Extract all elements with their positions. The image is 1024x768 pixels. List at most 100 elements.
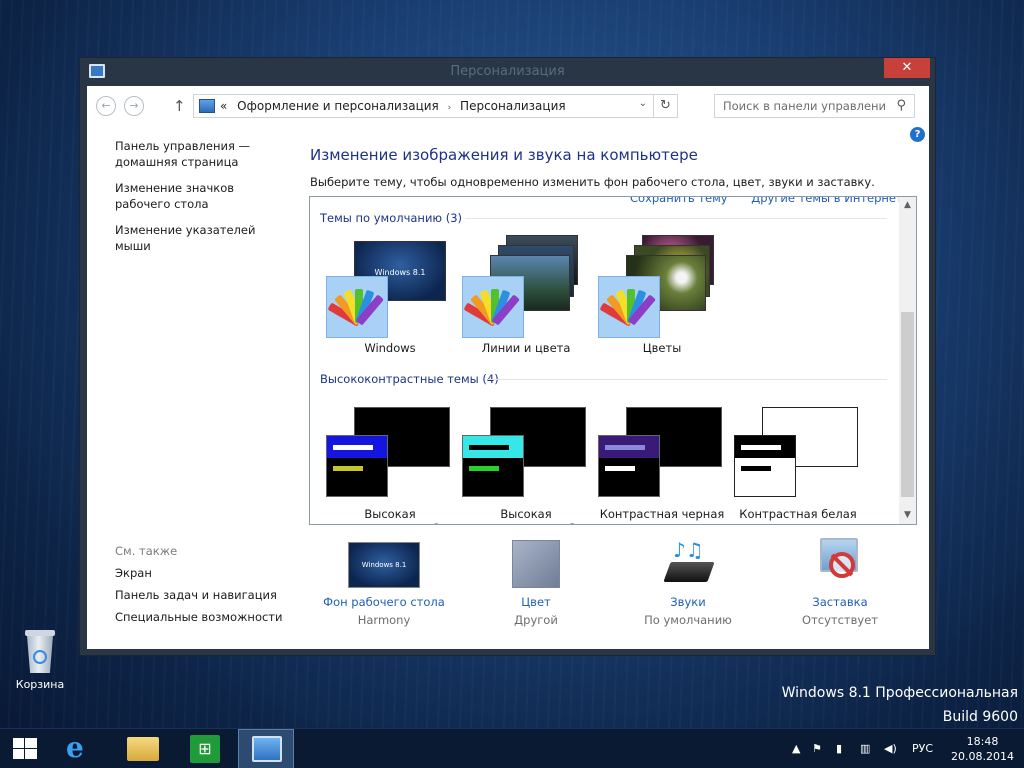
palette-icon [326, 276, 388, 338]
divider [488, 379, 887, 380]
scroll-down-icon[interactable]: ▼ [899, 507, 916, 524]
quick-name[interactable]: Звуки [613, 594, 763, 610]
scroll-up-icon[interactable]: ▲ [899, 197, 916, 214]
volume-icon[interactable]: ◀) [884, 742, 897, 755]
store-button[interactable]: ⊞ [177, 729, 233, 768]
close-button[interactable]: ✕ [884, 58, 930, 78]
sounds-link[interactable]: ♪♫ Звуки По умолчанию [613, 536, 763, 630]
folder-icon [127, 737, 159, 761]
theme-preview [598, 435, 660, 497]
screensaver-icon [765, 536, 915, 588]
search-input[interactable] [715, 95, 885, 117]
themes-scrollbar[interactable]: ▲ ▼ [899, 197, 916, 524]
see-also-link-taskbar[interactable]: Панель задач и навигация [115, 588, 295, 602]
system-tray: ▲ ⚑ ▮ ▥ ◀) РУС 18:48 20.08.2014 [784, 729, 1024, 768]
up-button[interactable]: ↑ [173, 96, 186, 116]
themes-panel: Сохранить тему Другие темы в Интернете Т… [309, 196, 917, 525]
breadcrumb-item-appearance[interactable]: Оформление и персонализация [237, 99, 439, 113]
quick-sub: Harmony [357, 613, 411, 627]
see-also-link-accessibility[interactable]: Специальные возможности [115, 610, 295, 624]
clock-time: 18:48 [966, 735, 999, 748]
theme-label: Контрастная черная [599, 507, 725, 521]
chevron-down-icon[interactable]: ⌄ [639, 98, 647, 109]
save-theme-link[interactable]: Сохранить тему [630, 197, 728, 205]
window-title: Персонализация [450, 64, 565, 79]
flag-icon[interactable]: ⚑ [812, 742, 822, 755]
start-button[interactable] [0, 729, 56, 768]
theme-tile-lines-colors[interactable]: Линии и цвета [458, 235, 594, 355]
theme-tile-contrast-black[interactable]: Контрастная черная [594, 407, 730, 521]
network-icon[interactable]: ▥ [860, 742, 870, 755]
theme-tile-contrast-white[interactable]: Контрастная белая [730, 407, 866, 521]
forward-button[interactable]: → [124, 96, 144, 116]
theme-preview [462, 435, 524, 497]
sidebar-link-mouse-pointers[interactable]: Изменение указателей мыши [115, 222, 285, 254]
internet-explorer-icon: e [66, 731, 84, 764]
theme-label: Высокая контрастность 2 [476, 507, 577, 524]
palette-icon [598, 276, 660, 338]
breadcrumb-item-personalization[interactable]: Персонализация [460, 99, 566, 113]
control-panel-icon [199, 99, 215, 113]
theme-preview [734, 435, 796, 497]
title-bar[interactable]: Персонализация ✕ [80, 58, 935, 86]
scroll-thumb[interactable] [901, 312, 914, 497]
back-button[interactable]: ← [96, 96, 116, 116]
sidebar-link-home[interactable]: Панель управления — домашняя страница [115, 138, 285, 170]
quick-sub: По умолчанию [644, 613, 732, 627]
quick-name[interactable]: Фон рабочего стола [309, 594, 459, 610]
search-box[interactable]: ⚲ [714, 94, 915, 118]
breadcrumb-prefix[interactable]: « [220, 99, 227, 113]
palette-icon [462, 276, 524, 338]
edition-watermark: Windows 8.1 Профессиональная [781, 685, 1018, 701]
search-icon[interactable]: ⚲ [896, 98, 906, 113]
clock[interactable]: 18:48 20.08.2014 [951, 734, 1014, 764]
quick-name[interactable]: Цвет [461, 594, 611, 610]
theme-tile-flowers[interactable]: Цветы [594, 235, 730, 355]
theme-label: Высокая контрастность 1 [340, 507, 441, 524]
file-explorer-button[interactable] [115, 729, 171, 768]
breadcrumb-separator-icon[interactable]: › [448, 103, 452, 113]
background-preview: Windows 8.1 [348, 542, 420, 588]
theme-tile-hc1[interactable]: Высокая контрастность 1 [322, 407, 458, 524]
color-link[interactable]: Цвет Другой [461, 536, 611, 630]
see-also-link-display[interactable]: Экран [115, 566, 295, 580]
quick-name[interactable]: Заставка [765, 594, 915, 610]
refresh-button[interactable]: ↻ [653, 95, 677, 117]
divider [465, 218, 887, 219]
build-watermark: Build 9600 [942, 709, 1018, 725]
theme-preview [326, 435, 388, 497]
internet-explorer-button[interactable]: e [52, 729, 108, 768]
desktop-background-link[interactable]: Windows 8.1 Фон рабочего стола Harmony [309, 536, 459, 630]
control-panel-taskbar-button[interactable] [238, 729, 294, 768]
help-icon[interactable]: ? [910, 127, 925, 142]
taskbar: e ⊞ ▲ ⚑ ▮ ▥ ◀) РУС 18:48 20.08.2014 [0, 728, 1024, 768]
default-themes-header: Темы по умолчанию (3) [320, 211, 463, 225]
clock-date: 20.08.2014 [951, 750, 1014, 763]
desktop-background-icon: Windows 8.1 [309, 536, 459, 588]
page-description: Выберите тему, чтобы одновременно измени… [310, 175, 875, 189]
other-themes-link[interactable]: Другие темы в Интернете [751, 197, 910, 205]
show-hidden-icons-icon[interactable]: ▲ [792, 742, 800, 755]
theme-tile-hc2[interactable]: Высокая контрастность 2 [458, 407, 594, 524]
language-indicator[interactable]: РУС [912, 742, 933, 755]
screensaver-link[interactable]: Заставка Отсутствует [765, 536, 915, 630]
power-icon[interactable]: ▮ [836, 742, 842, 755]
store-icon: ⊞ [190, 735, 220, 763]
quick-sub: Отсутствует [802, 613, 878, 627]
sounds-icon: ♪♫ [613, 536, 763, 588]
see-also-header: См. также [115, 544, 178, 558]
theme-tile-windows[interactable]: Windows 8.1 Windows [322, 241, 458, 355]
recycle-bin-label: Корзина [15, 678, 65, 691]
theme-label: Линии и цвета [481, 341, 571, 355]
see-also-section: См. также Экран Панель задач и навигация… [115, 544, 295, 632]
breadcrumb: « Оформление и персонализация › Персонал… [220, 99, 566, 113]
sidebar: Панель управления — домашняя страница Из… [115, 138, 285, 264]
color-swatch-icon [461, 536, 611, 588]
personalization-window: Персонализация ✕ ← → ↑ « Оформление и пе… [79, 57, 936, 656]
sidebar-link-desktop-icons[interactable]: Изменение значков рабочего стола [115, 180, 285, 212]
recycle-bin-icon [23, 630, 57, 674]
address-bar[interactable]: « Оформление и персонализация › Персонал… [193, 94, 678, 118]
theme-links: Сохранить тему Другие темы в Интернете [630, 197, 916, 205]
recycle-bin[interactable]: Корзина [10, 630, 70, 691]
quick-sub: Другой [514, 613, 558, 627]
